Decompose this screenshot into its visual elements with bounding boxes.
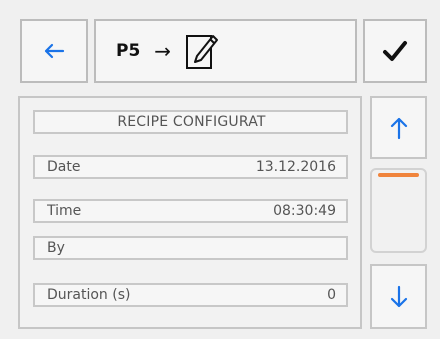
arrow-down-icon bbox=[390, 285, 407, 307]
title-bar: P5 → bbox=[94, 19, 357, 83]
arrow-up-icon bbox=[390, 117, 407, 139]
field-label: Date bbox=[47, 159, 81, 175]
field-row-time[interactable]: Time 08:30:49 bbox=[33, 199, 348, 223]
arrow-left-icon bbox=[44, 43, 65, 59]
title-arrow: → bbox=[154, 39, 172, 63]
field-value: 0 bbox=[327, 287, 336, 303]
back-button[interactable] bbox=[20, 19, 88, 83]
field-value: 13.12.2016 bbox=[255, 159, 336, 175]
recipe-title: P5 bbox=[116, 41, 141, 61]
edit-document-icon bbox=[186, 35, 219, 69]
scroll-down-button[interactable] bbox=[370, 264, 427, 329]
field-row-date[interactable]: Date 13.12.2016 bbox=[33, 155, 348, 179]
section-header: RECIPE CONFIGURAT bbox=[33, 110, 348, 134]
field-label: Time bbox=[47, 203, 82, 219]
recipe-details-panel: RECIPE CONFIGURAT Date 13.12.2016 Time 0… bbox=[18, 96, 362, 329]
field-row-duration[interactable]: Duration (s) 0 bbox=[33, 283, 348, 307]
field-row-by[interactable]: By bbox=[33, 236, 348, 260]
field-label: By bbox=[47, 240, 65, 256]
field-value: 08:30:49 bbox=[273, 203, 336, 219]
field-label: Duration (s) bbox=[47, 287, 131, 303]
checkmark-icon bbox=[383, 41, 407, 61]
scrollbar-track[interactable] bbox=[370, 168, 427, 253]
confirm-button[interactable] bbox=[363, 19, 427, 83]
scroll-up-button[interactable] bbox=[370, 96, 427, 159]
scrollbar-thumb[interactable] bbox=[378, 173, 419, 177]
section-header-label: RECIPE CONFIGURAT bbox=[117, 114, 266, 130]
